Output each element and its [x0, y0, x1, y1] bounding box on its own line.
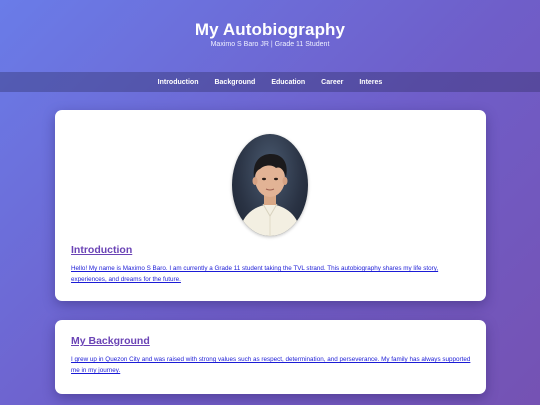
introduction-card: Introduction Hello! My name is Maximo S …: [55, 110, 486, 301]
profile-photo: [232, 134, 308, 236]
nav-interests[interactable]: Interes: [359, 79, 382, 86]
nav-background[interactable]: Background: [214, 79, 255, 86]
nav-introduction[interactable]: Introduction: [158, 79, 199, 86]
nav-education[interactable]: Education: [271, 79, 305, 86]
background-heading[interactable]: My Background: [71, 335, 150, 347]
page-header: My Autobiography Maximo S Baro JR | Grad…: [0, 0, 540, 72]
page-subtitle: Maximo S Baro JR | Grade 11 Student: [210, 41, 330, 48]
nav-career[interactable]: Career: [321, 79, 343, 86]
introduction-text[interactable]: Hello! My name is Maximo S Baro. I am cu…: [71, 263, 471, 285]
profile-photo-image: [238, 154, 302, 236]
background-text[interactable]: I grew up in Quezon City and was raised …: [71, 354, 471, 376]
background-card: My Background I grew up in Quezon City a…: [55, 320, 486, 394]
main-nav: Introduction Background Education Career…: [0, 72, 540, 92]
page-title: My Autobiography: [194, 20, 346, 39]
introduction-heading[interactable]: Introduction: [71, 244, 132, 256]
